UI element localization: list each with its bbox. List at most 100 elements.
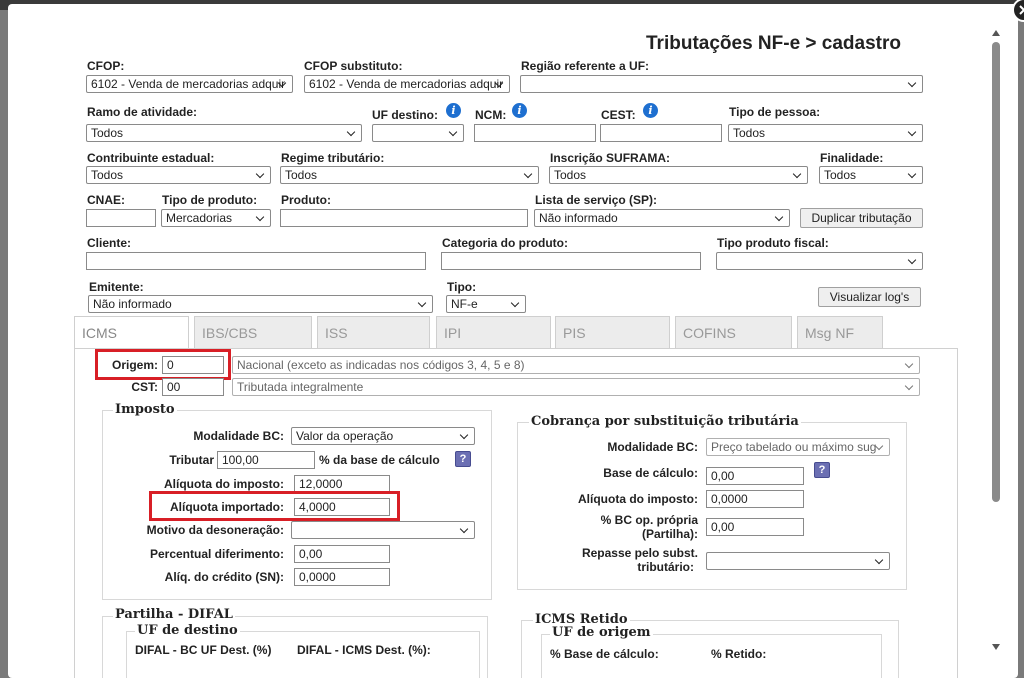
cest-input[interactable] [600,124,722,142]
cfop-select[interactable]: 6102 - Venda de mercadorias adquir [86,75,293,93]
chevron-down-icon [904,379,916,395]
tributar-suffix: % da base de cálculo [319,453,440,467]
imposto-legend: Imposto [113,402,177,417]
uf-destino-label: UF destino: [372,108,438,122]
percentual-diferimento-input[interactable]: 0,00 [294,545,390,563]
difal-legend: Partilha - DIFAL [113,607,235,622]
info-icon[interactable]: i [446,103,461,118]
motivo-desoneracao-select[interactable] [291,521,475,539]
contribuinte-select[interactable]: Todos [86,166,271,184]
info-icon[interactable]: i [643,103,658,118]
chevron-down-icon [792,167,804,183]
chevron-down-icon [277,76,289,92]
tipo-select[interactable]: NF-e [446,295,526,313]
aliquota-credito-input[interactable]: 0,0000 [294,568,390,586]
cnae-input[interactable] [86,209,156,227]
ramo-label: Ramo de atividade: [87,105,198,119]
scroll-thumb[interactable] [992,42,1000,502]
ncm-label: NCM: [475,108,507,122]
st-aliquota-input[interactable]: 0,0000 [706,490,804,508]
tab-iss[interactable]: ISS [317,316,430,348]
chevron-down-icon [907,253,919,269]
tipo-pessoa-label: Tipo de pessoa: [729,105,821,119]
tributar-input[interactable]: 100,00 [217,451,315,469]
aliquota-credito-label: Alíq. do crédito (SN): [164,570,284,584]
cliente-input[interactable] [86,252,426,270]
st-bc-propria-label: % BC op. própria [600,513,698,527]
suframa-select[interactable]: Todos [549,166,808,184]
tipo-produto-select[interactable]: Mercadorias [161,209,271,227]
cst-code-input[interactable]: 00 [162,378,224,396]
tipo-pessoa-select[interactable]: Todos [728,124,923,142]
chevron-down-icon [907,76,919,92]
uf-destino-legend: UF de destino [135,623,240,638]
st-bc-propria-input[interactable]: 0,00 [706,518,804,536]
chevron-down-icon [874,553,886,569]
st-bc-propria-label-2: (Partilha): [641,527,698,541]
uf-origem-legend: UF de origem [550,625,653,640]
tab-cofins[interactable]: COFINS [675,316,792,348]
duplicar-tributacao-button[interactable]: Duplicar tributação [800,208,923,228]
regiao-label: Região referente a UF: [521,59,650,73]
chevron-down-icon [904,357,916,373]
page-title: Tributações NF-e > cadastro [646,33,901,54]
tributar-label: Tributar [169,453,214,467]
cnae-label: CNAE: [87,193,125,207]
visualizar-log-button[interactable]: Visualizar log's [818,287,921,307]
chevron-down-icon [255,210,267,226]
cst-label: CST: [131,380,158,394]
info-icon[interactable]: i [512,103,527,118]
finalidade-select[interactable]: Todos [819,166,923,184]
aliquota-imposto-label: Alíquota do imposto: [164,477,284,491]
suframa-label: Inscrição SUFRAMA: [550,151,671,165]
tab-ibs-cbs[interactable]: IBS/CBS [194,316,312,348]
chevron-down-icon [255,167,267,183]
tipo-fiscal-select[interactable] [716,252,923,270]
chevron-down-icon [417,296,429,312]
retido-percent-label: % Retido: [711,647,767,661]
st-repasse-label: Repasse pelo subst. [581,546,698,560]
ncm-input[interactable] [474,124,596,142]
substituicao-legend: Cobrança por substituição tributária [529,414,801,429]
difal-icms-label: DIFAL - ICMS Dest. (%): [297,643,431,657]
cliente-label: Cliente: [87,236,132,250]
categoria-input[interactable] [441,252,701,270]
produto-input[interactable] [280,209,528,227]
st-base-calculo-label: Base de cálculo: [603,466,698,480]
chevron-down-icon [448,125,460,141]
cest-label: CEST: [601,108,636,122]
difal-bc-label: DIFAL - BC UF Dest. (%) [135,643,272,657]
cst-select[interactable]: Tributada integralmente [232,378,920,396]
scroll-down-icon[interactable] [992,644,1000,650]
scroll-up-icon[interactable] [992,30,1000,36]
st-modalidade-select[interactable]: Preço tabelado ou máximo sug [706,438,890,456]
vertical-scrollbar[interactable] [989,28,1003,656]
cfop-sub-label: CFOP substituto: [304,59,403,73]
lista-servico-select[interactable]: Não informado [534,209,790,227]
st-repasse-select[interactable] [706,552,890,570]
tab-ipi[interactable]: IPI [436,316,551,348]
tab-icms[interactable]: ICMS [74,316,189,350]
origem-select[interactable]: Nacional (exceto as indicadas nos código… [232,356,920,374]
close-button[interactable] [1012,0,1024,22]
tab-pis[interactable]: PIS [555,316,670,348]
regime-select[interactable]: Todos [280,166,539,184]
emitente-select[interactable]: Não informado [88,295,433,313]
retido-base-label: % Base de cálculo: [550,647,659,661]
tipo-label: Tipo: [447,280,477,294]
st-base-calculo-input[interactable]: 0,00 [706,467,804,485]
close-icon [1019,5,1024,15]
cfop-sub-select[interactable]: 6102 - Venda de mercadorias adquir [304,75,510,93]
tab-msg-nf[interactable]: Msg NF [797,316,883,348]
modalidade-bc-select[interactable]: Valor da operação [291,427,475,445]
help-icon[interactable]: ? [814,462,830,478]
help-icon[interactable]: ? [455,451,471,467]
uf-destino-select[interactable] [372,124,464,142]
st-aliquota-label: Alíquota do imposto: [578,492,698,506]
ramo-select[interactable]: Todos [86,124,362,142]
chevron-down-icon [459,428,471,444]
regiao-select[interactable] [520,75,923,93]
chevron-down-icon [510,296,522,312]
lista-servico-label: Lista de serviço (SP): [535,193,658,207]
tipo-fiscal-label: Tipo produto fiscal: [717,236,829,250]
